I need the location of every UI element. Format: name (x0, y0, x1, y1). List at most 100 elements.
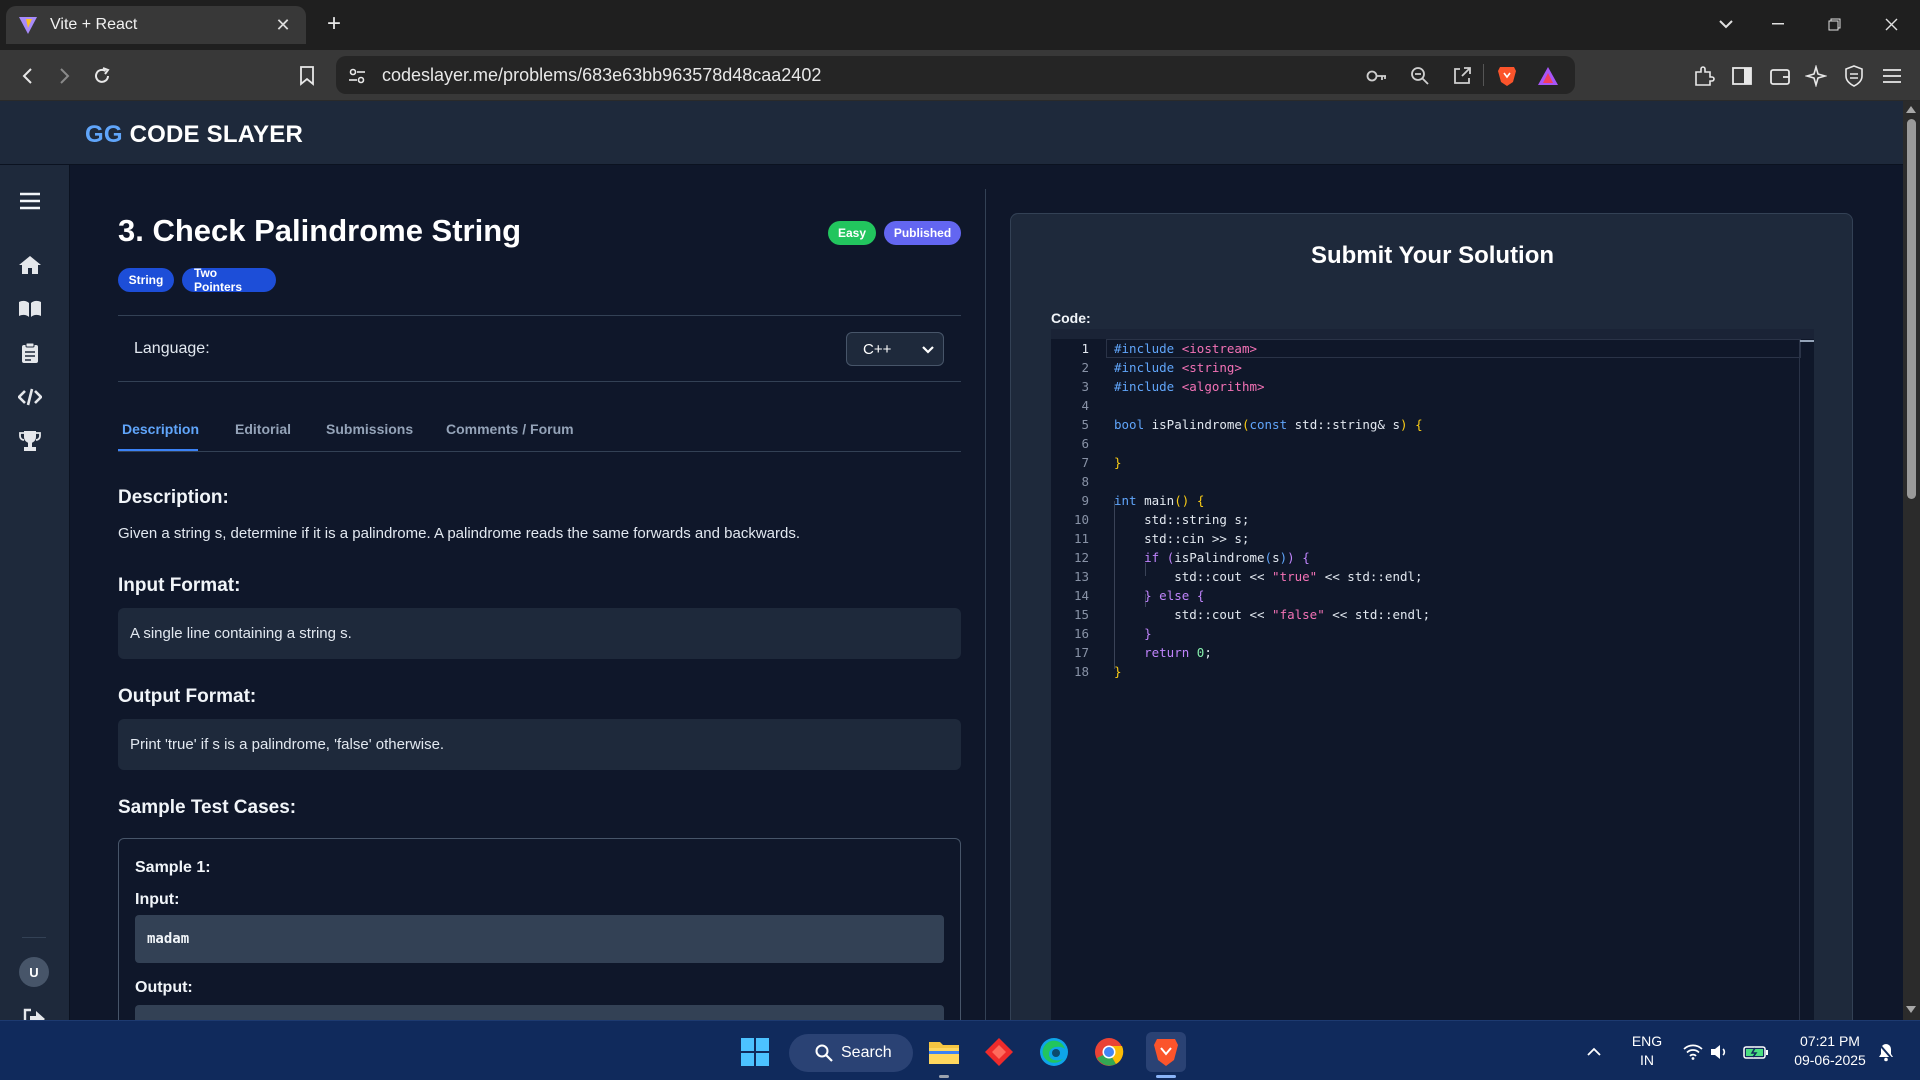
sample-input-label: Input: (135, 891, 180, 908)
tab-comments-forum[interactable]: Comments / Forum (446, 421, 574, 437)
edge-icon[interactable] (1036, 1034, 1072, 1070)
tab-close-icon[interactable]: ✕ (272, 15, 294, 36)
address-bar[interactable]: codeslayer.me/problems/683e63bb963578d48… (336, 56, 1575, 94)
logout-icon[interactable] (20, 1005, 48, 1020)
line-number: 15 (1073, 607, 1089, 622)
input-language[interactable]: ENG IN (1625, 1032, 1669, 1070)
menu-icon[interactable] (1878, 62, 1906, 90)
windows-start-icon[interactable] (737, 1034, 773, 1070)
brave-rewards-icon[interactable] (1537, 65, 1559, 87)
sample-test-cases-heading: Sample Test Cases: (118, 797, 297, 818)
key-icon[interactable] (1366, 65, 1388, 87)
new-tab-button[interactable]: + (320, 10, 348, 38)
tab-search-chevron-icon[interactable] (1706, 10, 1746, 38)
scroll-up-arrow-icon[interactable] (1906, 106, 1916, 113)
problem-panel: 3. Check Palindrome String Easy Publishe… (118, 165, 961, 1020)
tab-editorial[interactable]: Editorial (235, 421, 291, 437)
line-number: 9 (1081, 493, 1089, 508)
brave-shields-icon[interactable] (1496, 65, 1518, 87)
hamburger-menu-icon[interactable] (16, 187, 44, 215)
minimize-icon[interactable] (1758, 10, 1798, 38)
battery-charging-icon[interactable] (1741, 1034, 1771, 1070)
taskbar-search[interactable]: Search (789, 1034, 913, 1072)
bookmark-icon[interactable] (293, 62, 321, 90)
code-line: bool isPalindrome(const std::string& s) … (1114, 417, 1423, 432)
difficulty-badge: Easy (828, 221, 876, 245)
show-hidden-icons-chevron-icon[interactable] (1582, 1034, 1606, 1070)
app-viewport: GG CODE SLAYER U 3. Check Palindrome Str (0, 101, 1903, 1020)
avatar[interactable]: U (19, 957, 49, 987)
submit-panel: Submit Your Solution Code: 1 2 3 4 5 6 7 8 9 10 11… (1010, 213, 1853, 1020)
app-header: GG CODE SLAYER (0, 101, 1903, 165)
chevron-down-icon (922, 346, 934, 354)
browser-tab[interactable]: Vite + React ✕ (6, 6, 306, 44)
tag-string[interactable]: String (118, 268, 174, 292)
description-text: Given a string s, determine if it is a p… (118, 525, 800, 542)
forward-icon[interactable] (50, 62, 78, 90)
volume-icon[interactable] (1708, 1034, 1732, 1070)
sidebar-toggle-icon[interactable] (1728, 62, 1756, 90)
scrollbar-thumb[interactable] (1907, 119, 1916, 499)
editor-scrollbar[interactable] (1799, 339, 1800, 1020)
book-icon[interactable] (16, 295, 44, 323)
browser-tab-strip: Vite + React ✕ + (0, 0, 1920, 50)
url-text[interactable]: codeslayer.me/problems/683e63bb963578d48… (382, 65, 821, 86)
language-code: ENG (1631, 1033, 1663, 1049)
chrome-icon[interactable] (1091, 1034, 1127, 1070)
close-window-icon[interactable] (1871, 10, 1911, 38)
clock-date: 09-06-2025 (1794, 1052, 1866, 1068)
input-format-text: A single line containing a string s. (130, 625, 352, 642)
notifications-icon[interactable] (1872, 1034, 1900, 1070)
reload-icon[interactable] (88, 62, 116, 90)
clipboard-icon[interactable] (16, 339, 44, 367)
taskbar-running-indicator (939, 1075, 949, 1078)
code-line: return 0; (1144, 645, 1212, 660)
wallet-icon[interactable] (1766, 62, 1794, 90)
panel-divider (985, 189, 986, 1020)
region-code: IN (1640, 1052, 1654, 1068)
zoom-out-icon[interactable] (1409, 65, 1431, 87)
submit-title: Submit Your Solution (1310, 242, 1555, 269)
back-icon[interactable] (14, 62, 42, 90)
sample-output-value (135, 1005, 944, 1020)
restore-icon[interactable] (1814, 10, 1854, 38)
sidebar: U (0, 165, 70, 1020)
tag-two-pointers[interactable]: Two Pointers (182, 266, 276, 294)
trophy-icon[interactable] (16, 427, 44, 455)
vite-logo-icon (19, 17, 37, 34)
clock[interactable]: 07:21 PM 09-06-2025 (1784, 1032, 1876, 1070)
taskbar-search-label: Search (841, 1044, 892, 1061)
code-editor[interactable]: 1 2 3 4 5 6 7 8 9 10 11 12 13 14 15 16 17 18 #include <io… (1051, 329, 1814, 1020)
leo-ai-icon[interactable] (1802, 62, 1830, 90)
line-number: 2 (1081, 360, 1089, 375)
code-line: std::cout << "true" << std::endl; (1114, 569, 1423, 584)
code-label: Code: (1051, 310, 1091, 326)
code-line: #include <iostream> (1114, 341, 1258, 356)
tab-submissions[interactable]: Submissions (326, 421, 413, 437)
site-settings-icon[interactable] (346, 65, 368, 87)
status-badge: Published (884, 221, 961, 245)
extensions-icon[interactable] (1690, 62, 1718, 90)
file-explorer-icon[interactable] (926, 1034, 962, 1070)
brave-taskbar-icon[interactable] (1146, 1032, 1186, 1072)
home-icon[interactable] (16, 251, 44, 279)
windows-taskbar: Search ENG IN 07:21 PM 09-06-2025 (0, 1020, 1920, 1080)
code-line: std::cin >> s; (1114, 531, 1250, 546)
search-icon (815, 1044, 833, 1062)
output-format-heading: Output Format: (118, 686, 257, 707)
language-select[interactable]: C++ (846, 332, 944, 366)
anydesk-icon[interactable] (981, 1034, 1017, 1070)
vpn-shield-icon[interactable] (1840, 62, 1868, 90)
wifi-icon[interactable] (1681, 1034, 1705, 1070)
code-icon[interactable] (16, 383, 44, 411)
line-number-gutter: 1 2 3 4 5 6 7 8 9 10 11 12 13 14 15 16 17 18 (1051, 339, 1101, 1020)
code-line: } (1114, 664, 1122, 679)
tab-description[interactable]: Description (122, 421, 199, 437)
page-scrollbar[interactable] (1903, 101, 1920, 1020)
app-logo[interactable]: GG CODE SLAYER (85, 121, 303, 149)
code-line: } (1114, 455, 1122, 470)
tab-title: Vite + React (50, 16, 138, 33)
share-icon[interactable] (1451, 65, 1473, 87)
line-number: 12 (1073, 550, 1089, 565)
scroll-down-arrow-icon[interactable] (1906, 1006, 1916, 1013)
